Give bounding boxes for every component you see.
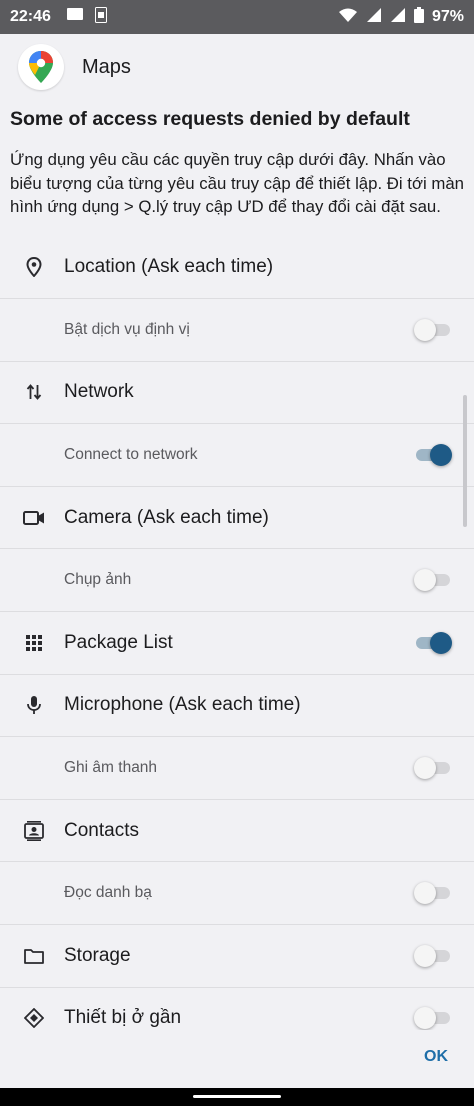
- permission-record-audio[interactable]: Ghi âm thanh: [0, 737, 474, 800]
- nearby-diamond-icon: [20, 1008, 48, 1029]
- ok-button[interactable]: OK: [424, 1048, 448, 1066]
- permission-storage[interactable]: Storage: [0, 925, 474, 988]
- scrollbar[interactable]: [463, 395, 467, 527]
- permission-list: Location (Ask each time) Bật dịch vụ địn…: [0, 236, 474, 1051]
- permission-location[interactable]: Location (Ask each time): [0, 236, 474, 299]
- take-photo-toggle[interactable]: [414, 569, 452, 592]
- microphone-icon: [20, 695, 48, 715]
- permission-label: Storage: [64, 944, 131, 966]
- dialog-footer: [0, 1030, 474, 1088]
- record-audio-toggle[interactable]: [414, 756, 452, 779]
- navigation-bar: [0, 1088, 474, 1106]
- contact-card-icon: [20, 820, 48, 841]
- permission-label: Location (Ask each time): [64, 256, 274, 277]
- signal-icon: [366, 7, 382, 28]
- permission-contacts[interactable]: Contacts: [0, 800, 474, 863]
- home-gesture-pill[interactable]: [193, 1095, 281, 1098]
- storage-toggle[interactable]: [414, 944, 452, 967]
- permission-package-list[interactable]: Package List: [0, 612, 474, 675]
- permission-take-photo[interactable]: Chụp ảnh: [0, 549, 474, 612]
- notification-icon: [94, 6, 107, 28]
- permission-read-contacts[interactable]: Đọc danh bạ: [0, 862, 474, 925]
- permission-label: Package List: [64, 631, 173, 653]
- package-list-toggle[interactable]: [414, 631, 452, 654]
- permission-label: Thiết bị ở gần: [64, 1007, 182, 1029]
- permission-network[interactable]: Network: [0, 362, 474, 425]
- permission-label: Microphone (Ask each time): [64, 694, 301, 716]
- grid-dots-icon: [20, 634, 48, 651]
- read-contacts-toggle[interactable]: [414, 882, 452, 905]
- permission-description: Ứng dụng yêu cầu các quyền truy cập dưới…: [10, 150, 464, 216]
- permission-sub-label: Đọc danh bạ: [64, 884, 152, 902]
- permission-sub-label: Ghi âm thanh: [64, 758, 158, 776]
- app-name: Maps: [82, 55, 131, 78]
- signal-icon: [390, 7, 406, 28]
- wifi-icon: [338, 7, 358, 28]
- permission-microphone[interactable]: Microphone (Ask each time): [0, 675, 474, 738]
- video-camera-icon: [20, 510, 48, 526]
- permission-connect-network[interactable]: Connect to network: [0, 424, 474, 487]
- permission-label: Network: [64, 381, 134, 403]
- swap-vertical-arrows-icon: [20, 383, 48, 401]
- status-bar: 22:46 97%: [0, 0, 474, 34]
- permission-label: Camera (Ask each time): [64, 506, 269, 528]
- location-service-toggle[interactable]: [414, 318, 452, 341]
- folder-icon: [20, 948, 48, 964]
- status-time: 22:46: [10, 8, 51, 25]
- permission-camera[interactable]: Camera (Ask each time): [0, 487, 474, 550]
- connect-network-toggle[interactable]: [414, 443, 452, 466]
- battery-icon: [413, 6, 424, 28]
- section-title: Some of access requests denied by defaul…: [10, 108, 410, 130]
- app-header: Maps: [0, 34, 474, 100]
- nearby-devices-toggle[interactable]: [414, 1007, 452, 1030]
- permission-location-service[interactable]: Bật dịch vụ định vị: [0, 299, 474, 362]
- permission-sub-label: Bật dịch vụ định vị: [64, 320, 190, 338]
- gallery-icon: [66, 7, 83, 28]
- permission-sub-label: Connect to network: [64, 445, 198, 463]
- permission-sub-label: Chụp ảnh: [64, 571, 132, 589]
- permission-label: Contacts: [64, 819, 139, 841]
- location-pin-icon: [20, 257, 48, 277]
- google-maps-pin-icon: [18, 44, 64, 90]
- battery-level: 97%: [431, 8, 464, 25]
